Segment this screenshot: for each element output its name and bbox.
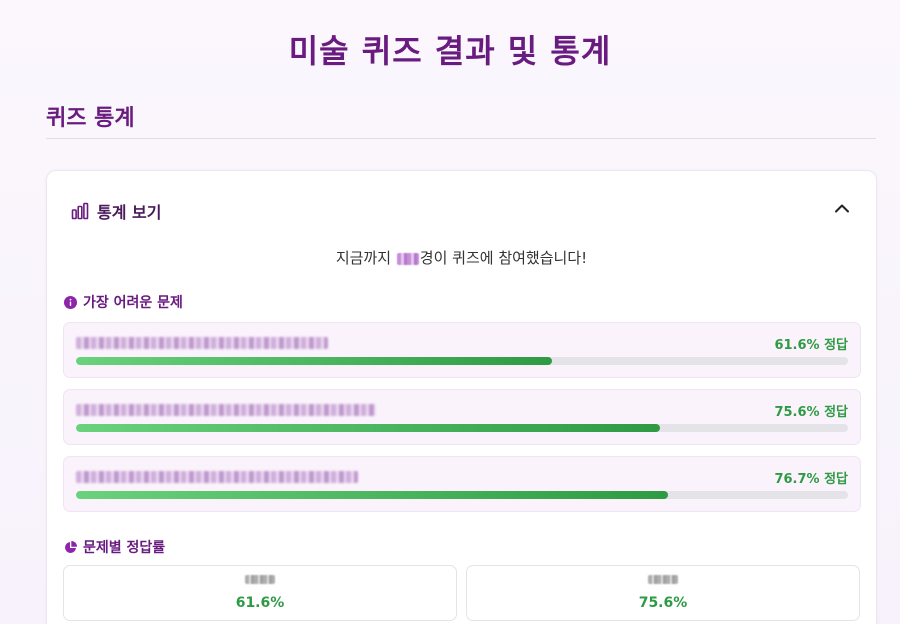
participants-prefix: 지금까지 bbox=[335, 249, 396, 267]
question-text-redacted bbox=[76, 404, 376, 416]
hardest-question-item: 75.6% 정답 bbox=[63, 389, 861, 445]
progress-fill bbox=[76, 357, 552, 365]
question-label-redacted bbox=[245, 575, 275, 584]
question-text-redacted bbox=[76, 471, 358, 483]
info-circle-icon bbox=[64, 295, 77, 309]
hardest-question-item: 61.6% 정답 bbox=[63, 322, 861, 378]
hardest-question-item: 76.7% 정답 bbox=[63, 456, 861, 512]
page-title: 미술 퀴즈 결과 및 통계 bbox=[288, 32, 612, 70]
progress-fill bbox=[76, 424, 660, 432]
correct-rate-label: 75.6% 정답 bbox=[774, 405, 848, 420]
quiz-results-page: 미술 퀴즈 결과 및 통계 퀴즈 통계 통계 보기 지금까지 경이 퀴즈에 참여… bbox=[0, 0, 900, 624]
section-divider bbox=[46, 138, 876, 139]
pie-chart-icon bbox=[64, 540, 77, 554]
chevron-up-icon bbox=[834, 198, 850, 217]
participants-message: 지금까지 경이 퀴즈에 참여했습니다! bbox=[47, 247, 876, 268]
participants-count-redacted bbox=[396, 252, 419, 265]
question-text-redacted bbox=[76, 337, 328, 349]
stats-card: 통계 보기 지금까지 경이 퀴즈에 참여했습니다! 가장 어려운 문제 61.6… bbox=[46, 170, 877, 624]
question-rate-card: 75.6% bbox=[466, 565, 860, 621]
question-label-redacted bbox=[648, 575, 678, 584]
correct-rate-label: 76.7% 정답 bbox=[774, 472, 848, 487]
hardest-heading: 가장 어려운 문제 bbox=[64, 292, 183, 312]
progress-track bbox=[76, 491, 848, 499]
correct-rate-label: 61.6% 정답 bbox=[774, 338, 848, 353]
stats-toggle-header[interactable]: 통계 보기 bbox=[71, 199, 161, 223]
per-question-heading: 문제별 정답률 bbox=[64, 537, 165, 557]
collapse-button[interactable] bbox=[830, 195, 854, 219]
per-question-heading-text: 문제별 정답률 bbox=[83, 540, 166, 556]
progress-track bbox=[76, 357, 848, 365]
section-title: 퀴즈 통계 bbox=[46, 106, 135, 131]
stats-toggle-label: 통계 보기 bbox=[97, 203, 162, 222]
participants-suffix: 경이 퀴즈에 참여했습니다! bbox=[419, 249, 588, 267]
bar-chart-icon bbox=[71, 202, 89, 220]
question-rate-value: 61.6% bbox=[235, 595, 285, 611]
question-rate-card: 61.6% bbox=[63, 565, 457, 621]
progress-track bbox=[76, 424, 848, 432]
question-rate-value: 75.6% bbox=[638, 595, 688, 611]
progress-fill bbox=[76, 491, 669, 499]
hardest-heading-text: 가장 어려운 문제 bbox=[83, 295, 183, 311]
